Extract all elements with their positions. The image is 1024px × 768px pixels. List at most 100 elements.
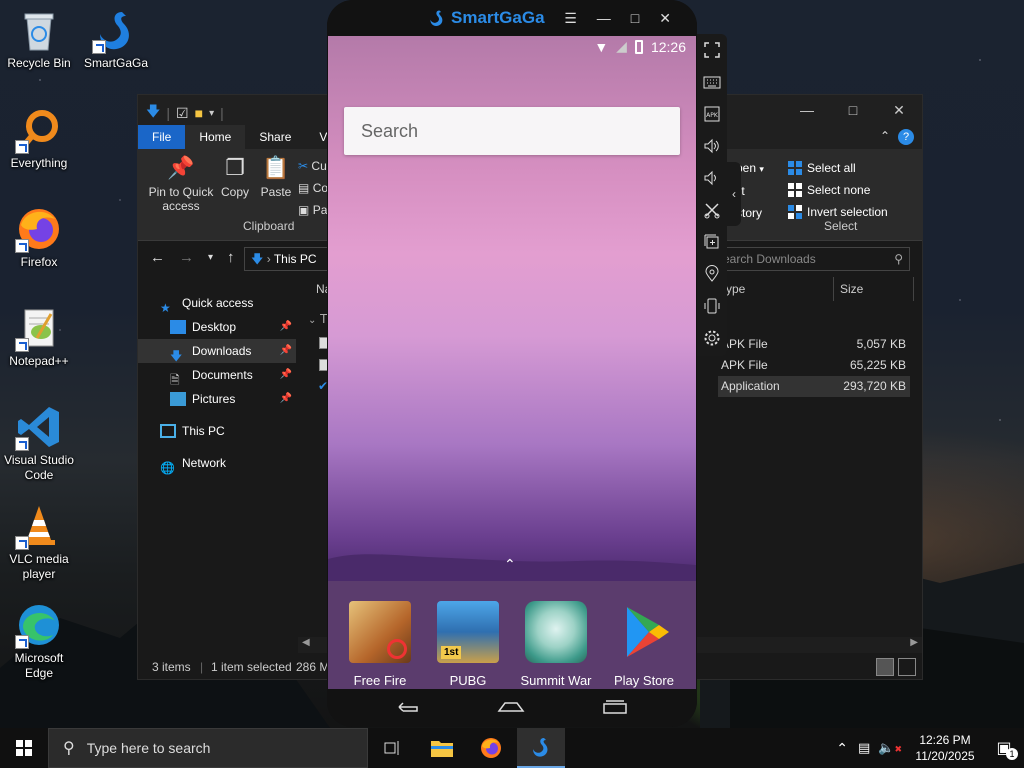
minimize-button[interactable]: — [784, 95, 830, 125]
select-all-button[interactable]: Select all [788, 157, 888, 179]
scroll-left-icon[interactable]: ◀ [302, 637, 310, 648]
settings-gear-icon[interactable] [697, 322, 727, 354]
table-row-selected[interactable]: Application 293,720 KB [718, 376, 910, 397]
minimize-icon[interactable]: — [597, 10, 611, 27]
nav-item-desktop[interactable]: Desktop 📌 [138, 315, 296, 339]
fullscreen-icon[interactable] [697, 34, 727, 66]
nav-item-documents[interactable]: 🗎 Documents 📌 [138, 363, 296, 387]
install-apk-icon[interactable]: APK [697, 98, 727, 130]
tab-file[interactable]: File [138, 125, 186, 149]
shortcut-arrow-icon [15, 437, 29, 451]
recent-locations-icon[interactable]: ▾ [208, 249, 213, 267]
back-icon[interactable] [395, 699, 421, 718]
shake-icon[interactable] [697, 290, 727, 322]
nav-item-network[interactable]: 🌐 Network [138, 451, 296, 475]
file-type: APK File [721, 358, 768, 372]
taskbar-search-box[interactable]: ⚲ Type here to search [48, 728, 368, 768]
location-icon[interactable] [697, 258, 727, 290]
breadcrumb-this-pc[interactable]: This PC [274, 252, 317, 266]
select-none-button[interactable]: Select none [788, 179, 888, 201]
copy-button[interactable]: ❐ Copy [218, 155, 252, 199]
desktop-icon-vscode[interactable]: Visual Studio Code [2, 403, 76, 483]
desktop-icon-everything[interactable]: Everything [2, 106, 76, 171]
firefox-icon [481, 738, 501, 758]
breadcrumb-chevron-icon: › [266, 252, 271, 266]
select-all-icon [788, 161, 802, 175]
app-pubg-mobile[interactable]: 1st PUBG MOBI... [426, 601, 510, 703]
select-group-label: Select [824, 219, 858, 233]
desktop-icon-recycle-bin[interactable]: Recycle Bin [2, 6, 76, 71]
tab-share[interactable]: Share [245, 125, 305, 149]
home-icon[interactable] [497, 699, 525, 718]
copy-path-button[interactable]: ▤ Co [298, 177, 328, 199]
desktop-icon-notepad-plus-plus[interactable]: Notepad++ [2, 304, 76, 369]
volume-down-icon[interactable] [697, 162, 727, 194]
android-search-bar[interactable]: Search [344, 107, 680, 155]
taskbar-smartgaga[interactable] [517, 728, 565, 768]
pin-icon: 📌 [279, 369, 292, 380]
app-play-store[interactable]: Play Store [602, 601, 686, 688]
desktop-icon-firefox[interactable]: Firefox [2, 205, 76, 270]
nav-item-quick-access[interactable]: ★ Quick access [138, 291, 296, 315]
app-summit-war[interactable]: Summit War [514, 601, 598, 688]
maximize-icon[interactable]: □ [631, 10, 639, 27]
paste-button[interactable]: 📋 Paste [258, 155, 294, 199]
nav-item-downloads[interactable]: 🡇 Downloads 📌 [138, 339, 296, 363]
desktop-icon-smartgaga[interactable]: SmartGaGa [79, 6, 153, 71]
pin-icon: 📌 [279, 321, 292, 332]
scroll-right-icon[interactable]: ▶ [910, 637, 918, 648]
task-view-button[interactable] [368, 728, 416, 768]
close-icon[interactable]: ✕ [659, 10, 671, 27]
address-bar[interactable]: 🡇 › This PC [244, 247, 334, 271]
action-center-button[interactable]: ▣ 1 [984, 728, 1024, 768]
table-row[interactable]: APK File 65,225 KB [718, 355, 910, 376]
screenshot-scissors-icon[interactable] [697, 194, 727, 226]
paste-shortcut-button[interactable]: ▣ Pa [298, 199, 328, 221]
desktop-icon-edge[interactable]: Microsoft Edge [2, 601, 76, 681]
menu-icon[interactable]: ☰ [564, 10, 577, 27]
new-folder-icon[interactable]: ■ [195, 105, 203, 121]
collapse-toolbar-chevron-icon[interactable]: ‹ [727, 162, 741, 226]
app-drawer-chevron-icon[interactable]: ⌃ [504, 556, 516, 573]
desktop-icon-vlc[interactable]: VLC media player [2, 502, 76, 582]
up-arrow-icon[interactable]: ↑ [227, 249, 235, 267]
taskbar-firefox[interactable] [467, 728, 515, 768]
emulator-titlebar[interactable]: SmartGaGa ☰ — □ ✕ [327, 0, 697, 36]
column-header-type[interactable]: ype [720, 277, 834, 301]
taskbar-clock[interactable]: 12:26 PM 11/20/2025 [906, 732, 984, 764]
cut-button[interactable]: ✂ Cu [298, 155, 328, 177]
file-type: Application [721, 379, 780, 393]
collapse-ribbon-icon[interactable]: ⌃ [880, 129, 890, 145]
download-arrow-icon[interactable]: 🡇 [146, 101, 160, 125]
pin-to-quick-access-button[interactable]: 📌 Pin to Quick access [144, 155, 218, 213]
start-button[interactable] [0, 728, 48, 768]
keyboard-icon[interactable] [697, 66, 727, 98]
network-icon[interactable]: ▤ [858, 740, 870, 756]
multi-instance-icon[interactable] [697, 226, 727, 258]
recents-icon[interactable] [601, 699, 629, 718]
nav-item-this-pc[interactable]: This PC [138, 419, 296, 443]
table-row[interactable]: APK File 5,057 KB [718, 334, 910, 355]
nav-item-pictures[interactable]: Pictures 📌 [138, 387, 296, 411]
volume-up-icon[interactable] [697, 130, 727, 162]
details-view-icon[interactable] [876, 658, 894, 676]
copy-icon: ❐ [225, 155, 245, 180]
search-downloads-input[interactable]: earch Downloads ⚲ [714, 247, 910, 271]
app-free-fire[interactable]: Free Fire [338, 601, 422, 688]
large-icons-view-icon[interactable] [898, 658, 916, 676]
forward-arrow-icon[interactable]: → [179, 249, 194, 267]
help-icon[interactable]: ? [898, 129, 914, 145]
close-button[interactable]: ✕ [876, 95, 922, 125]
column-header-size[interactable]: Size [834, 277, 914, 301]
group-header[interactable]: ⌄ T [308, 311, 328, 326]
show-hidden-icons-chevron-icon[interactable]: ⌃ [836, 740, 848, 757]
back-arrow-icon[interactable]: ← [150, 249, 165, 267]
tab-home[interactable]: Home [185, 125, 246, 149]
properties-icon[interactable]: ☑ [176, 105, 189, 122]
app-label: Free Fire [353, 673, 407, 688]
maximize-button[interactable]: □ [830, 95, 876, 125]
taskbar-file-explorer[interactable] [418, 728, 466, 768]
android-home-screen[interactable]: ▼ ◢ 12:26 Search ⌃ [328, 36, 696, 581]
volume-muted-icon[interactable]: 🔈✖ [878, 740, 902, 756]
customize-toolbar-icon[interactable]: ▾ [209, 108, 214, 119]
